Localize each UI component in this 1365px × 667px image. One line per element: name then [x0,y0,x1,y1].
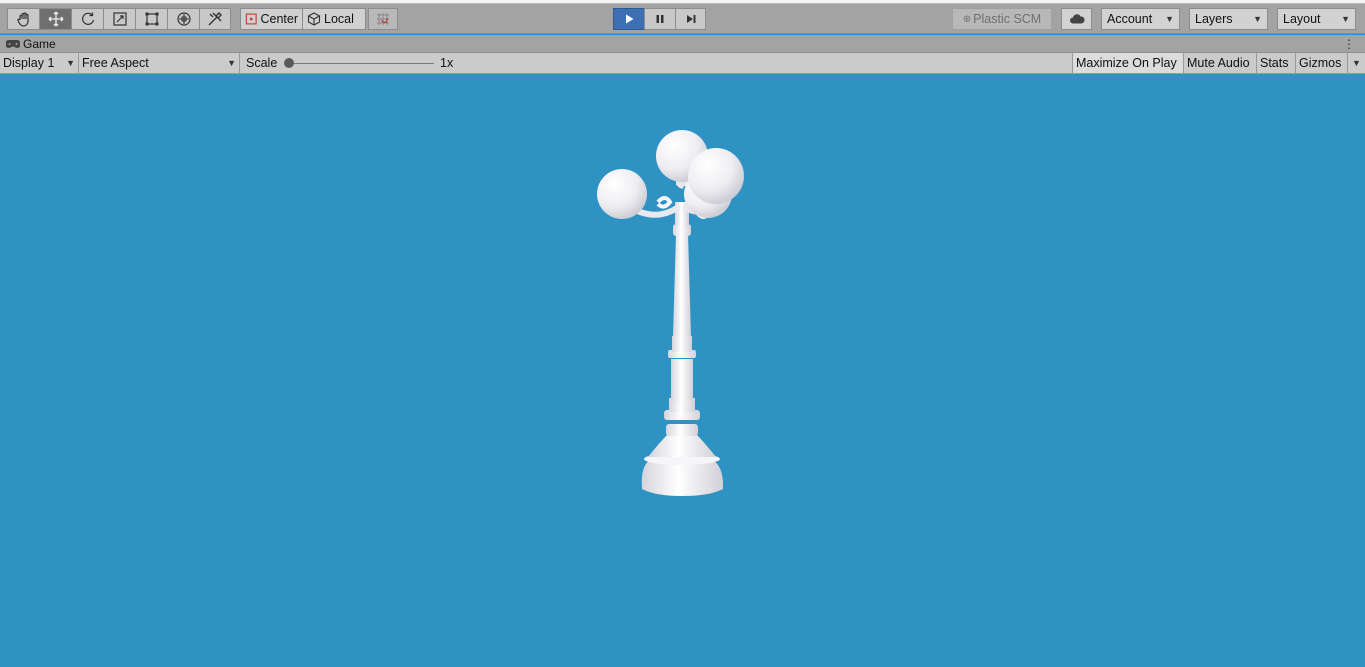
rotate-icon [81,12,94,25]
hand-icon [16,12,29,27]
custom-tool-button[interactable] [199,8,231,30]
pivot-controls: Center Local [240,8,398,30]
scale-tool-button[interactable] [103,8,135,30]
mute-audio-toggle[interactable]: Mute Audio [1183,53,1256,73]
transform-icon [176,12,191,26]
pivot-rotation-button[interactable]: Local [303,8,366,30]
rotate-tool-button[interactable] [71,8,103,30]
chevron-down-icon: ▼ [66,58,75,68]
pivot-mode-button[interactable]: Center [240,8,303,30]
scale-value: 1x [440,56,454,70]
hand-tool-button[interactable] [7,8,39,30]
cloud-button[interactable] [1061,8,1092,30]
account-label: Account [1107,12,1153,26]
play-icon [626,14,634,24]
pause-button[interactable] [644,8,675,30]
chevron-down-icon: ▼ [1341,14,1350,24]
game-view-toolbar: Display 1 ▼ Free Aspect ▼ Scale 1x Maxim… [0,53,1365,74]
play-button[interactable] [613,8,644,30]
move-tool-button[interactable] [39,8,71,30]
pivot-rotation-label: Local [324,12,354,26]
chevron-down-icon: ▼ [1253,14,1262,24]
aspect-dropdown[interactable]: Free Aspect ▼ [79,53,240,73]
gizmos-dropdown[interactable]: ▼ [1347,53,1365,73]
transform-tools [7,8,231,30]
layout-dropdown[interactable]: Layout ▼ [1277,8,1356,30]
scale-slider-track[interactable] [289,63,434,64]
tab-game[interactable]: Game [6,37,56,51]
layers-dropdown[interactable]: Layers ▼ [1189,8,1268,30]
main-toolbar: Center Local ⊕ Plastic SCM Account ▼ Lay… [0,4,1365,34]
rect-icon [145,12,158,26]
gizmos-label: Gizmos [1299,56,1342,70]
plastic-scm-icon: ⊕ [962,13,972,25]
plastic-scm-label: Plastic SCM [973,12,1042,26]
cloud-icon [1069,14,1085,24]
layers-label: Layers [1195,12,1233,26]
grid-snap-icon [377,13,389,25]
tab-bar: Game ⋮ [0,35,1365,53]
stats-toggle[interactable]: Stats [1256,53,1295,73]
rect-tool-button[interactable] [135,8,167,30]
pivot-mode-label: Center [260,12,298,26]
step-button[interactable] [675,8,706,30]
playmode-controls [613,8,706,30]
tools-icon [208,12,222,26]
stats-label: Stats [1260,56,1289,70]
scale-icon [112,12,127,26]
gizmos-toggle[interactable]: Gizmos [1295,53,1347,73]
layout-label: Layout [1283,12,1321,26]
mute-audio-label: Mute Audio [1187,56,1250,70]
plastic-scm-button[interactable]: ⊕ Plastic SCM [952,8,1052,30]
transform-tool-button[interactable] [167,8,199,30]
chevron-down-icon: ▼ [1352,58,1361,68]
chevron-down-icon: ▼ [1165,14,1174,24]
scale-slider-handle[interactable] [284,58,294,68]
grid-snap-button[interactable] [368,8,398,30]
cube-icon [307,12,321,26]
street-lamp-model [597,130,744,496]
maximize-on-play-toggle[interactable]: Maximize On Play [1072,53,1183,73]
kebab-menu-icon[interactable]: ⋮ [1343,37,1355,51]
center-pivot-icon [245,13,257,25]
pause-icon [656,15,664,23]
chevron-down-icon: ▼ [227,58,236,68]
tab-game-label: Game [23,37,56,51]
scale-label: Scale [246,56,278,70]
game-viewport[interactable] [0,74,1365,667]
gamepad-icon [6,40,20,48]
step-icon [686,15,695,23]
move-icon [48,11,63,27]
aspect-label: Free Aspect [82,56,149,70]
account-dropdown[interactable]: Account ▼ [1101,8,1180,30]
maximize-on-play-label: Maximize On Play [1076,56,1177,70]
display-label: Display 1 [3,56,55,70]
display-dropdown[interactable]: Display 1 ▼ [0,53,79,73]
